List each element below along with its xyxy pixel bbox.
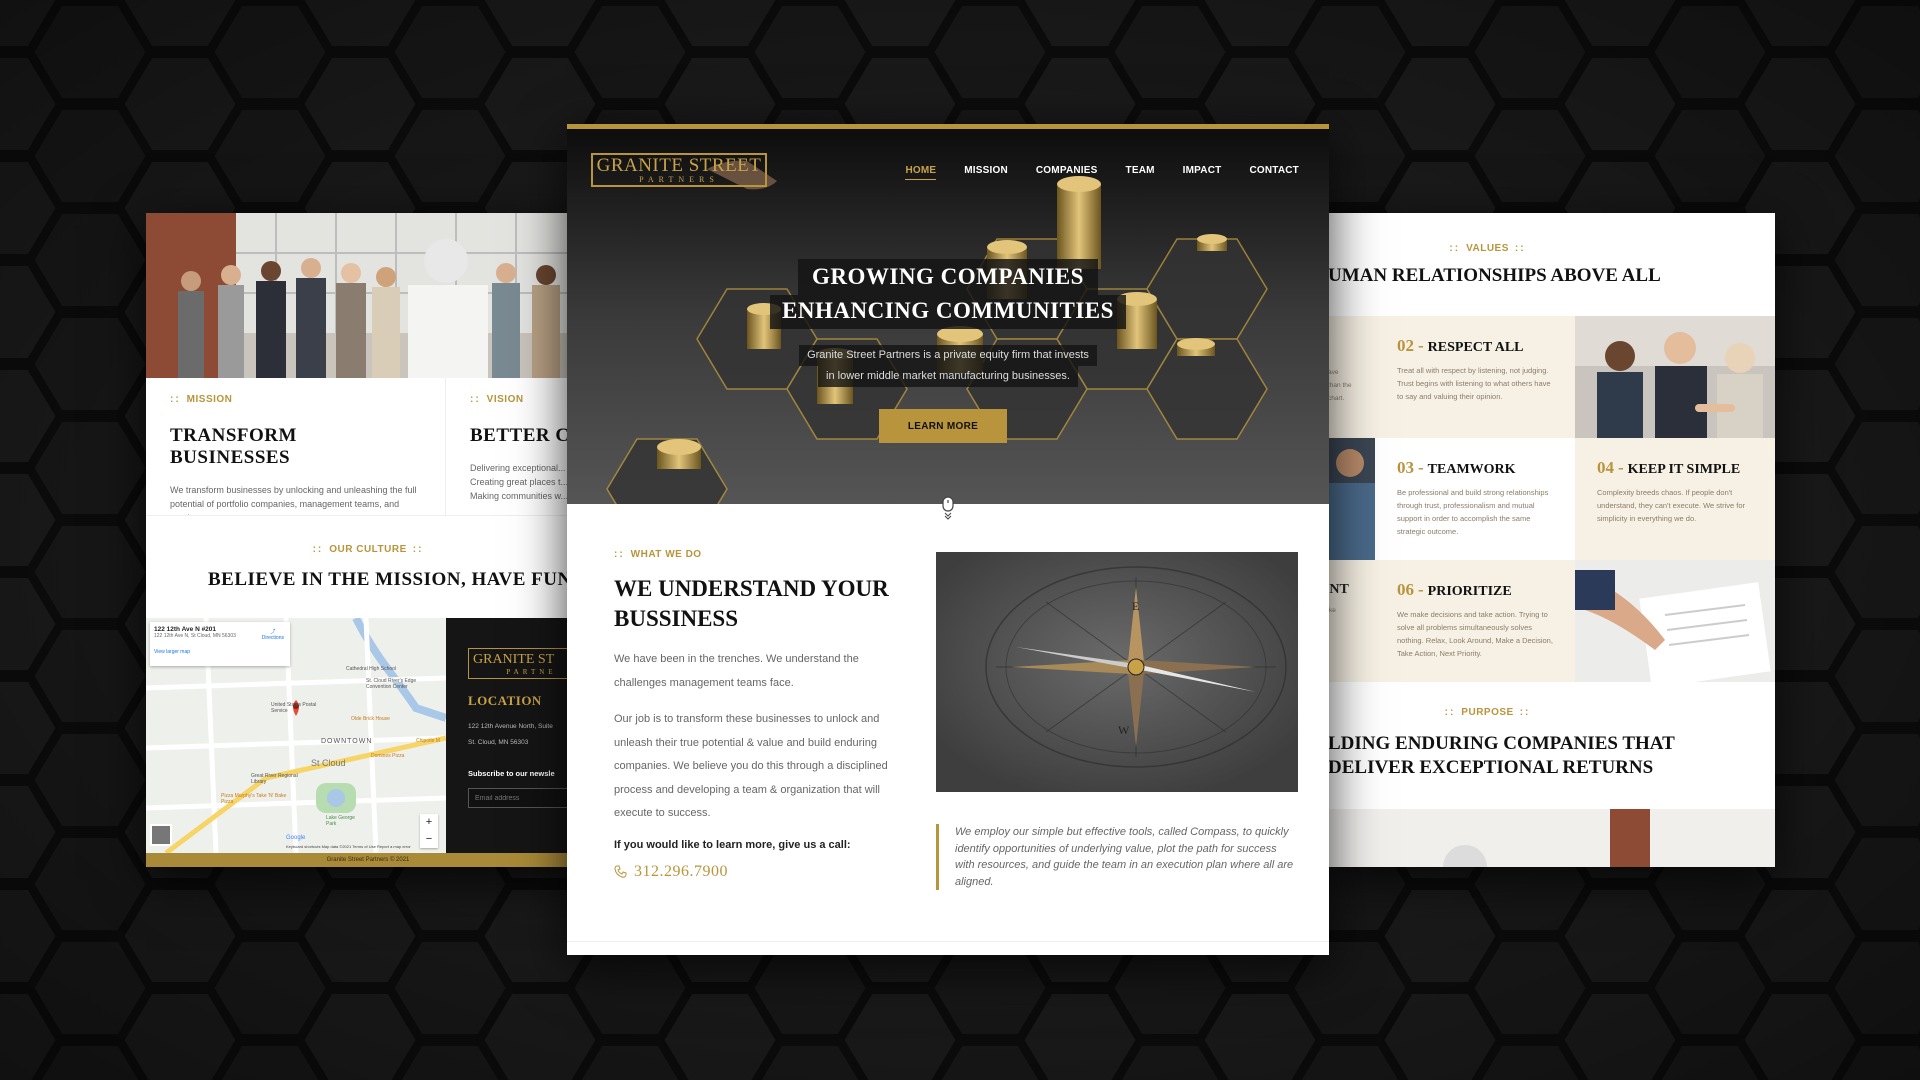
- map-label-lake-george: Lake George Park: [326, 815, 355, 827]
- value-06-number: 06: [1397, 580, 1414, 599]
- left-preview-panel: :: MISSION TRANSFORM BUSINESSES We transf…: [146, 213, 590, 867]
- zoom-in-button[interactable]: +: [420, 814, 438, 831]
- center-bottom-divider: [567, 941, 1329, 955]
- svg-text:E: E: [1132, 599, 1139, 613]
- zoom-out-button[interactable]: −: [420, 831, 438, 848]
- hero-section: GRANITE STREET PARTNERS HOME MISSION COM…: [567, 129, 1329, 504]
- value-02-text: Treat all with respect by listening, not…: [1397, 366, 1551, 401]
- hero-subtitle-line2: in lower middle market manufacturing bus…: [818, 366, 1078, 387]
- map-label-library: Great River Regional Library: [251, 773, 298, 785]
- left-footer: Granite Street Partners © 2021: [146, 853, 590, 867]
- value-03: 03- TEAMWORK Be professional and build st…: [1375, 438, 1575, 560]
- map-label-dominos: Dominos Pizza: [371, 753, 405, 759]
- value-04-title: KEEP IT SIMPLE: [1627, 462, 1741, 477]
- value-03-text: Be professional and build strong relatio…: [1397, 488, 1549, 536]
- nav-mission[interactable]: MISSION: [964, 165, 1008, 180]
- what-we-do-p2: Our job is to transform these businesses…: [614, 713, 888, 819]
- svg-text:W: W: [1118, 723, 1130, 737]
- value-06-text: We make decisions and take action. Tryin…: [1397, 610, 1553, 658]
- google-logo: Google: [286, 835, 306, 841]
- compass-quote: We employ our simple but effective tools…: [936, 824, 1298, 890]
- nav-impact[interactable]: IMPACT: [1183, 165, 1222, 180]
- logo-line2: PARTNERS: [639, 175, 719, 184]
- value-03-title: TEAMWORK: [1427, 462, 1516, 477]
- value-06: 06- PRIORITIZE We make decisions and take…: [1375, 560, 1575, 682]
- value-04-text: Complexity breeds chaos. If people don't…: [1597, 488, 1746, 523]
- scroll-down-icon[interactable]: [942, 496, 954, 520]
- map-label-downtown: DOWNTOWN: [321, 738, 373, 745]
- value-02-number: 02: [1397, 336, 1414, 355]
- main-homepage-preview: GRANITE STREET PARTNERS HOME MISSION COM…: [567, 124, 1329, 955]
- main-nav: HOME MISSION COMPANIES TEAM IMPACT CONTA…: [905, 165, 1299, 180]
- purpose-eyebrow: :: PURPOSE::: [1444, 707, 1531, 718]
- nav-companies[interactable]: COMPANIES: [1036, 165, 1098, 180]
- mission-eyebrow: :: MISSION: [170, 394, 233, 405]
- what-we-do-heading: WE UNDERSTAND YOUR BUSSINESS: [614, 576, 889, 631]
- phone-number: 312.296.7900: [634, 862, 728, 880]
- values-heading: UMAN RELATIONSHIPS ABOVE ALL: [1328, 265, 1661, 286]
- map-label-cathedral: Cathedral High School: [346, 666, 397, 672]
- hero-subtitle-line1: Granite Street Partners is a private equ…: [799, 345, 1097, 366]
- purpose-photo: [1320, 809, 1775, 867]
- map-label-pizza: Pizza Murphy's Take 'N' Bake Pizza: [221, 793, 287, 805]
- learn-more-button[interactable]: LEARN MORE: [879, 409, 1007, 443]
- directions-icon: ⤴: [270, 629, 276, 635]
- map-label-convention: St. Cloud River's Edge Convention Center: [366, 678, 417, 690]
- map-zoom-controls[interactable]: + −: [420, 814, 438, 848]
- hero-title: GROWING COMPANIES ENHANCING COMMUNITIES: [567, 259, 1329, 329]
- map-label-chipotle: Chipotle M: [416, 738, 440, 744]
- value-06-title: PRIORITIZE: [1427, 584, 1512, 599]
- value-02-title: RESPECT ALL: [1427, 340, 1524, 355]
- view-larger-map-link[interactable]: View larger map: [154, 649, 286, 655]
- directions-link[interactable]: ⤴ Directions: [262, 628, 284, 641]
- compass-image: E W: [936, 552, 1298, 792]
- vision-text: Delivering exceptional... Creating great…: [470, 463, 569, 501]
- value-04: 04- KEEP IT SIMPLE Complexity breeds chao…: [1575, 438, 1775, 560]
- purpose-heading-line2: DELIVER EXCEPTIONAL RETURNS: [1328, 757, 1654, 778]
- map-info-card: 122 12th Ave N #201 122 12th Ave N, St C…: [150, 622, 290, 666]
- hero-subtitle: Granite Street Partners is a private equ…: [567, 345, 1329, 387]
- site-logo[interactable]: GRANITE STREET PARTNERS: [591, 153, 767, 187]
- team-photo: [146, 213, 590, 378]
- hero-title-line2: ENHANCING COMMUNITIES: [770, 295, 1126, 329]
- map-attribution: Keyboard shortcuts Map data ©2021 Terms …: [286, 844, 411, 849]
- phone-icon: [614, 865, 627, 878]
- map-satellite-toggle[interactable]: [150, 824, 172, 846]
- map-label-olde-brick: Olde Brick House: [351, 716, 390, 722]
- culture-eyebrow: :: OUR CULTURE::: [312, 544, 424, 555]
- nav-team[interactable]: TEAM: [1126, 165, 1155, 180]
- mission-title: TRANSFORM BUSINESSES: [170, 425, 297, 468]
- culture-title: BELIEVE IN THE MISSION, HAVE FUN, G: [208, 569, 590, 590]
- map-label-usps: United States Postal Service: [271, 702, 317, 714]
- nav-contact[interactable]: CONTACT: [1249, 165, 1299, 180]
- hero-title-line1: GROWING COMPANIES: [798, 259, 1098, 295]
- value-03-number: 03: [1397, 458, 1414, 477]
- what-we-do-section: :: WHAT WE DO WE UNDERSTAND YOUR BUSSINES…: [614, 549, 914, 881]
- handshake-photo: [1575, 316, 1775, 438]
- google-map[interactable]: 122 12th Ave N #201 122 12th Ave N, St C…: [146, 616, 448, 855]
- what-we-do-p1: We have been in the trenches. We underst…: [614, 653, 859, 689]
- document-signing-photo: [1575, 560, 1775, 682]
- value-04-number: 04: [1597, 458, 1614, 477]
- what-we-do-eyebrow: :: WHAT WE DO: [614, 549, 702, 560]
- value-02: 02- RESPECT ALL Treat all with respect by…: [1375, 316, 1575, 438]
- values-eyebrow: :: VALUES::: [1449, 243, 1526, 254]
- purpose-heading-line1: LDING ENDURING COMPANIES THAT: [1328, 733, 1675, 754]
- call-prompt: If you would like to learn more, give us…: [614, 838, 851, 851]
- map-label-st-cloud: St Cloud: [311, 758, 346, 768]
- logo-line1: GRANITE STREET: [596, 155, 762, 176]
- nav-home[interactable]: HOME: [905, 165, 937, 180]
- culture-section: :: OUR CULTURE:: BELIEVE IN THE MISSION, …: [146, 515, 590, 620]
- phone-link[interactable]: 312.296.7900: [614, 863, 914, 881]
- right-preview-panel: :: VALUES:: UMAN RELATIONSHIPS ABOVE ALL …: [1320, 213, 1775, 867]
